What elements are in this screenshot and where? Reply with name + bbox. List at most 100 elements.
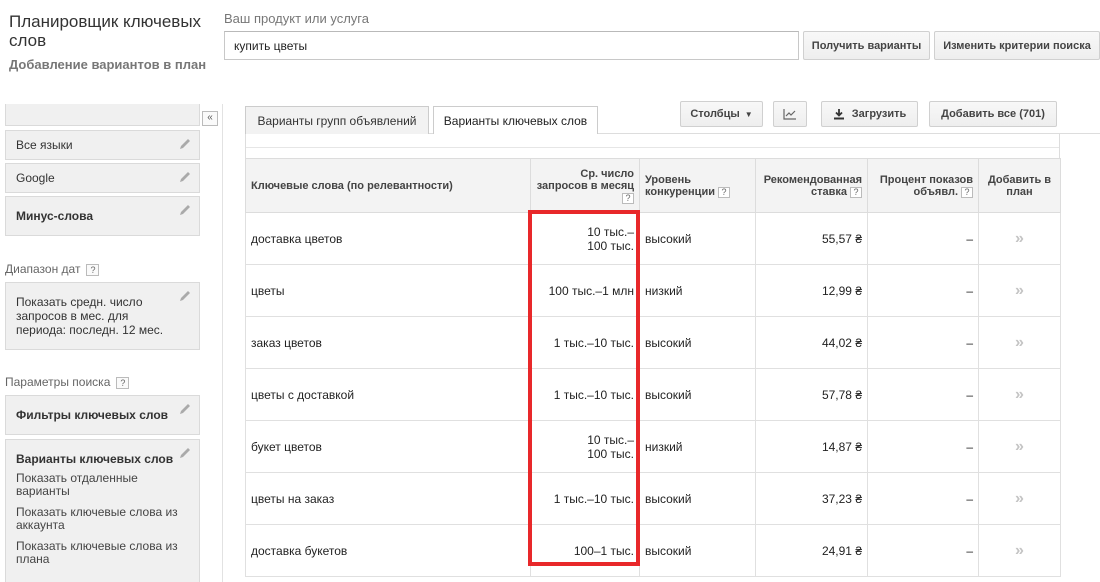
keyword-cell: доставка букетов bbox=[245, 524, 531, 577]
add-to-plan-button[interactable]: » bbox=[978, 472, 1061, 525]
col-impressions-header[interactable]: Процент показов объявл.? bbox=[867, 158, 979, 213]
bid-cell: 37,23 ₴ bbox=[755, 472, 868, 525]
bid-cell: 12,99 ₴ bbox=[755, 264, 868, 317]
keyword-table: Ключевые слова (по релевантности) Ср. чи… bbox=[245, 158, 1061, 577]
network-label: Google bbox=[16, 171, 55, 185]
negative-keywords-setting[interactable]: Минус-слова bbox=[5, 196, 200, 236]
keyword-filters-label: Фильтры ключевых слов bbox=[16, 408, 169, 422]
searches-value: 1 тыс.–10 тыс. bbox=[553, 491, 634, 506]
col-competition-header[interactable]: Уровень конкуренции? bbox=[639, 158, 756, 213]
double-chevron-right-icon: » bbox=[1015, 281, 1024, 299]
language-label: Все языки bbox=[16, 138, 73, 152]
table-row: заказ цветов 1 тыс.–10 тыс. высокий 44,0… bbox=[245, 316, 1061, 369]
add-to-plan-button[interactable]: » bbox=[978, 264, 1061, 317]
impressions-cell: – bbox=[867, 264, 979, 317]
pencil-icon[interactable] bbox=[179, 446, 192, 459]
keyword-options-setting[interactable]: Варианты ключевых слов Показать отдаленн… bbox=[5, 439, 200, 582]
pencil-icon[interactable] bbox=[179, 289, 192, 302]
line-chart-icon bbox=[783, 109, 796, 120]
help-icon[interactable]: ? bbox=[961, 186, 973, 198]
pencil-icon[interactable] bbox=[179, 170, 192, 183]
chart-button[interactable] bbox=[773, 101, 807, 127]
searches-value: 10 тыс.– bbox=[587, 224, 634, 239]
keyword-cell: букет цветов bbox=[245, 420, 531, 473]
tab-ad-groups[interactable]: Варианты групп объявлений bbox=[245, 106, 429, 134]
app-title: Планировщик ключевых слов bbox=[9, 12, 202, 50]
help-icon[interactable]: ? bbox=[850, 186, 862, 198]
change-criteria-button[interactable]: Изменить критерии поиска bbox=[934, 31, 1100, 60]
keyword-filters-setting[interactable]: Фильтры ключевых слов bbox=[5, 395, 200, 435]
col-keyword-label: Ключевые слова (по релевантности) bbox=[251, 179, 453, 192]
keyword-cell: цветы bbox=[245, 264, 531, 317]
keyword-cell: цветы на заказ bbox=[245, 472, 531, 525]
searches-cell: 10 тыс.– 100 тыс. bbox=[530, 420, 640, 473]
competition-cell: высокий bbox=[639, 368, 756, 421]
bid-cell: 44,02 ₴ bbox=[755, 316, 868, 369]
double-chevron-right-icon: » bbox=[1015, 541, 1024, 559]
help-icon[interactable]: ? bbox=[116, 376, 130, 389]
help-icon[interactable]: ? bbox=[717, 186, 730, 198]
pencil-icon[interactable] bbox=[179, 402, 192, 415]
col-keyword-header[interactable]: Ключевые слова (по релевантности) bbox=[245, 158, 531, 213]
col-add-label: Добавить в план bbox=[987, 173, 1052, 198]
col-searches-header[interactable]: Ср. число запросов в месяц? bbox=[530, 158, 640, 213]
competition-cell: низкий bbox=[639, 264, 756, 317]
table-row: цветы на заказ 1 тыс.–10 тыс. высокий 37… bbox=[245, 472, 1061, 525]
bid-cell: 55,57 ₴ bbox=[755, 212, 868, 265]
table-row: доставка букетов 100–1 тыс. высокий 24,9… bbox=[245, 524, 1061, 577]
columns-button[interactable]: Столбцы ▼ bbox=[680, 101, 763, 127]
competition-cell: низкий bbox=[639, 420, 756, 473]
keyword-cell: заказ цветов bbox=[245, 316, 531, 369]
col-impressions-label: Процент показов объявл. bbox=[879, 173, 973, 198]
product-label: Ваш продукт или услуга bbox=[224, 11, 369, 26]
col-bid-header[interactable]: Рекомендованная ставка? bbox=[755, 158, 868, 213]
impressions-cell: – bbox=[867, 368, 979, 421]
page-subtitle: Добавление вариантов в план bbox=[9, 57, 207, 72]
add-to-plan-button[interactable]: » bbox=[978, 368, 1061, 421]
competition-cell: высокий bbox=[639, 212, 756, 265]
table-scrollbar[interactable] bbox=[245, 134, 1060, 158]
add-to-plan-button[interactable]: » bbox=[978, 420, 1061, 473]
product-search-input[interactable] bbox=[224, 31, 799, 60]
double-chevron-right-icon: » bbox=[1015, 229, 1024, 247]
searches-value: 100 тыс. bbox=[587, 446, 634, 461]
bid-cell: 14,87 ₴ bbox=[755, 420, 868, 473]
double-chevron-right-icon: » bbox=[1015, 333, 1024, 351]
location-box[interactable] bbox=[5, 104, 200, 126]
network-setting[interactable]: Google bbox=[5, 163, 200, 193]
download-button[interactable]: Загрузить bbox=[821, 101, 918, 127]
caret-down-icon: ▼ bbox=[744, 109, 753, 119]
searches-value: 10 тыс.– bbox=[587, 432, 634, 447]
get-variants-button[interactable]: Получить варианты bbox=[803, 31, 930, 60]
table-row: доставка цветов 10 тыс.– 100 тыс. высокий… bbox=[245, 212, 1061, 265]
keyword-options-title: Варианты ключевых слов bbox=[16, 452, 174, 466]
competition-cell: высокий bbox=[639, 524, 756, 577]
impressions-cell: – bbox=[867, 524, 979, 577]
searches-cell: 10 тыс.– 100 тыс. bbox=[530, 212, 640, 265]
competition-cell: высокий bbox=[639, 472, 756, 525]
searches-value: 100–1 тыс. bbox=[573, 543, 634, 558]
negative-keywords-label: Минус-слова bbox=[16, 209, 94, 223]
double-chevron-right-icon: » bbox=[1015, 385, 1024, 403]
date-range-setting[interactable]: Показать средн. число запросов в мес. дл… bbox=[5, 282, 200, 350]
option-show-plan: Показать ключевые слова из плана bbox=[16, 539, 178, 566]
add-to-plan-button[interactable]: » bbox=[978, 212, 1061, 265]
language-setting[interactable]: Все языки bbox=[5, 130, 200, 160]
help-icon[interactable]: ? bbox=[86, 263, 100, 276]
pencil-icon[interactable] bbox=[179, 203, 192, 216]
pencil-icon[interactable] bbox=[179, 137, 192, 150]
help-icon[interactable]: ? bbox=[622, 192, 634, 204]
competition-cell: высокий bbox=[639, 316, 756, 369]
searches-cell: 100–1 тыс. bbox=[530, 524, 640, 577]
add-to-plan-button[interactable]: » bbox=[978, 316, 1061, 369]
add-to-plan-button[interactable]: » bbox=[978, 524, 1061, 577]
searches-cell: 1 тыс.–10 тыс. bbox=[530, 316, 640, 369]
col-competition-label: Уровень конкуренции bbox=[645, 173, 715, 198]
download-icon bbox=[833, 109, 844, 120]
impressions-cell: – bbox=[867, 316, 979, 369]
tab-keywords[interactable]: Варианты ключевых слов bbox=[433, 106, 598, 135]
add-all-button[interactable]: Добавить все (701) bbox=[929, 101, 1057, 127]
double-chevron-right-icon: » bbox=[1015, 437, 1024, 455]
search-params-heading: Параметры поиска? bbox=[5, 375, 130, 389]
columns-label: Столбцы bbox=[690, 108, 740, 120]
